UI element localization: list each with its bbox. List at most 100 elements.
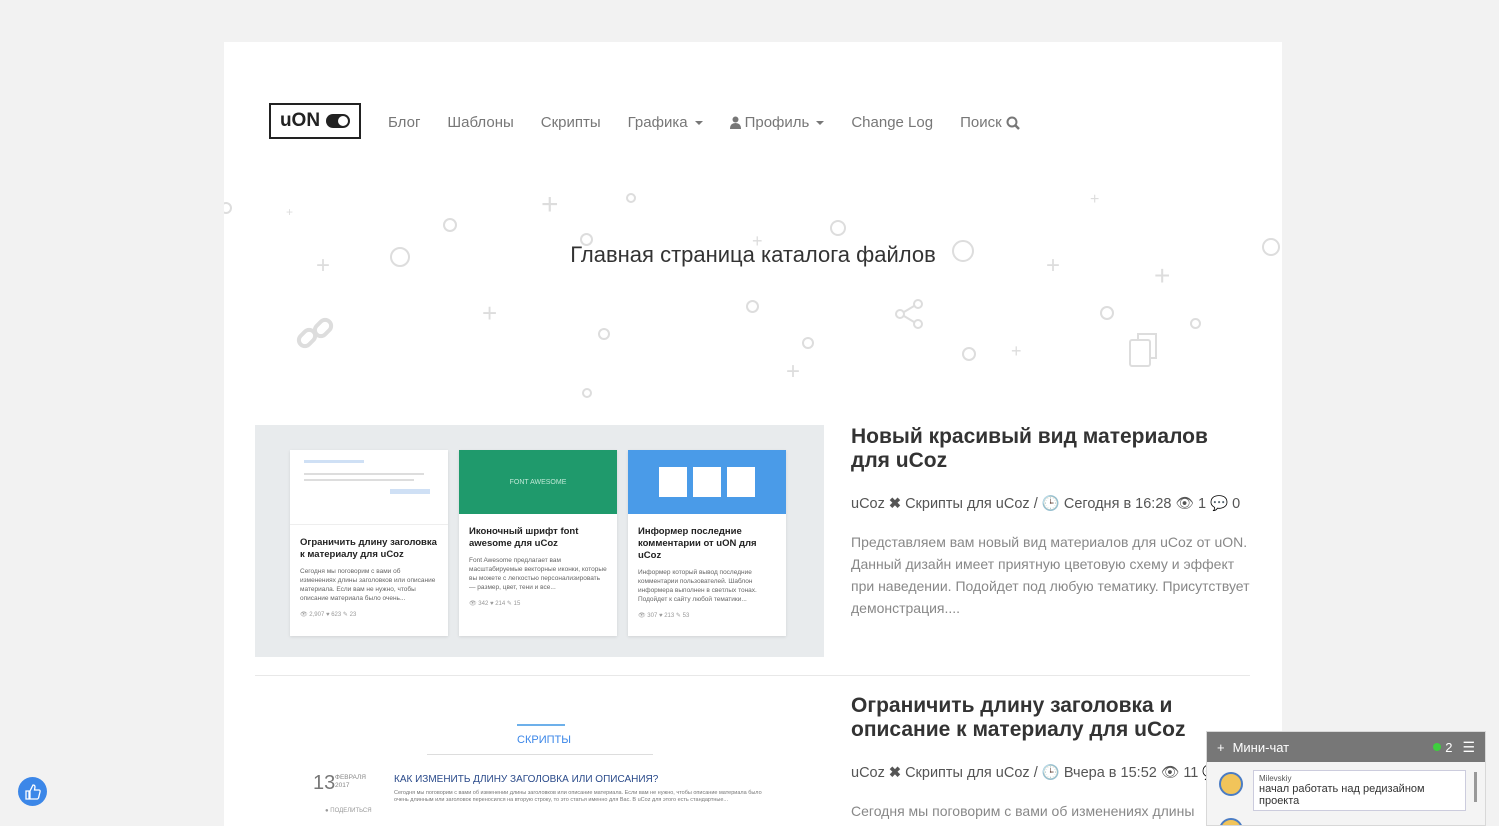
like-button[interactable] <box>18 777 47 806</box>
chat-user[interactable]: Milevskiy <box>1259 774 1460 783</box>
plus-icon: + <box>1217 739 1225 755</box>
eye-icon: 👁 <box>1175 496 1194 512</box>
plus-decoration: + <box>1011 341 1022 361</box>
avatar <box>1219 818 1243 825</box>
mini-chat-header[interactable]: + Мини-чат 2 ☰ <box>1207 732 1485 762</box>
avatar <box>1219 772 1243 796</box>
article-date: Сегодня в 16:28 <box>1063 496 1172 512</box>
preview-card: FONT AWESOME Иконочный шрифт font awesom… <box>459 450 617 636</box>
preview-day: 13 <box>313 772 336 794</box>
category-link[interactable]: Скрипты для uCoz <box>905 496 1030 512</box>
meta-separator: / <box>1033 765 1038 781</box>
nav-item-graphics[interactable]: Графика <box>628 114 703 131</box>
nav-label: Блог <box>388 114 421 131</box>
article-item: СКРИПТЫ 13 ФЕВРАЛЯ 2017 КАК ИЗМЕНИТЬ ДЛИН… <box>255 694 1250 826</box>
preview-tag: СКРИПТЫ <box>517 724 571 746</box>
nav-item-scripts[interactable]: Скрипты <box>541 114 601 131</box>
clock-icon: 🕒 <box>1041 765 1060 781</box>
category-link[interactable]: Скрипты для uCoz <box>905 765 1030 781</box>
mini-chat-title: Мини-чат <box>1232 739 1290 755</box>
clock-icon: 🕒 <box>1041 496 1060 512</box>
views-count: 1 <box>1197 496 1207 512</box>
user-icon <box>729 116 741 129</box>
preview-card-text: Информер который вывод последние коммент… <box>638 569 757 603</box>
toggle-icon <box>326 114 351 128</box>
caret-down-icon <box>694 120 703 125</box>
online-dot-icon <box>1433 743 1442 751</box>
copy-icon <box>1129 333 1157 367</box>
thumbs-up-icon <box>24 783 41 800</box>
circle-decoration <box>830 220 846 236</box>
preview-month: ФЕВРАЛЯ 2017 <box>335 774 366 789</box>
share-icon <box>895 299 923 329</box>
plus-decoration: + <box>482 298 498 328</box>
preview-banner-text: FONT AWESOME <box>509 478 567 486</box>
nav-label: Поиск <box>960 114 1002 131</box>
article-thumbnail[interactable]: СКРИПТЫ 13 ФЕВРАЛЯ 2017 КАК ИЗМЕНИТЬ ДЛИН… <box>255 694 824 814</box>
chat-message: Milevskiy начал работать над редизайном … <box>1253 770 1466 811</box>
logo-text: uON <box>279 110 321 131</box>
preview-body: Сегодня мы поговорим с вами об изменении… <box>394 790 762 803</box>
scrollbar[interactable] <box>1474 772 1477 802</box>
plus-decoration: + <box>786 358 801 385</box>
link-icon <box>296 317 334 349</box>
circle-decoration <box>598 328 610 340</box>
plus-decoration: + <box>541 188 559 221</box>
circle-decoration <box>1100 306 1114 320</box>
nav-item-blog[interactable]: Блог <box>388 114 420 131</box>
article-date: Вчера в 15:52 <box>1063 765 1157 781</box>
nav-item-profile[interactable]: Профиль <box>729 114 825 131</box>
author-link[interactable]: uCoz <box>851 496 885 512</box>
eye-icon: 👁 <box>1160 765 1180 781</box>
circle-decoration <box>746 300 759 313</box>
menu-icon[interactable]: ☰ <box>1462 739 1475 756</box>
preview-share: ● ПОДЕЛИТЬСЯ <box>325 808 372 814</box>
nav-label: Шаблоны <box>447 114 514 131</box>
article-item: Ограничить длину заголовка к материалу д… <box>255 425 1250 657</box>
main-nav: Блог Шаблоны Скрипты Графика Профиль Cha… <box>388 114 1020 131</box>
plus-decoration: + <box>286 205 294 219</box>
preview-card-text: Сегодня мы поговорим с вами об изменения… <box>300 568 436 602</box>
article-title[interactable]: Новый красивый вид материалов для uCoz <box>851 425 1251 473</box>
preview-card-image: FONT AWESOME <box>459 450 617 514</box>
article-thumbnail[interactable]: Ограничить длину заголовка к материалу д… <box>255 425 824 657</box>
circle-decoration <box>626 193 636 203</box>
circle-decoration <box>443 218 457 232</box>
preview-card-title: Иконочный шрифт font awesome для uCoz <box>469 526 579 549</box>
nav-label: Профиль <box>744 114 810 131</box>
author-link[interactable]: uCoz <box>851 765 885 781</box>
article-excerpt: Сегодня мы поговорим с вами об изменения… <box>851 803 1195 819</box>
page-title: Главная страница каталога файлов <box>570 242 936 267</box>
preview-card-image <box>628 450 786 514</box>
close-icon: ✖ <box>888 496 902 512</box>
plus-decoration: + <box>1090 191 1100 208</box>
preview-card: Ограничить длину заголовка к материалу д… <box>290 450 448 636</box>
nav-item-templates[interactable]: Шаблоны <box>447 114 513 131</box>
preview-card-stats: 👁 2,907 ♥ 623 ✎ 23 <box>300 612 357 618</box>
circle-decoration <box>582 388 592 398</box>
article-title[interactable]: Ограничить длину заголовка и описание к … <box>851 694 1251 742</box>
page-container: uON Блог Шаблоны Скрипты Графика Профиль… <box>224 42 1282 826</box>
close-icon: ✖ <box>888 765 902 781</box>
nav-label: Графика <box>627 114 688 131</box>
mini-chat: + Мини-чат 2 ☰ Milevskiy начал работать … <box>1206 731 1486 826</box>
meta-separator: / <box>1033 496 1038 512</box>
nav-item-changelog[interactable]: Change Log <box>851 114 933 131</box>
site-logo[interactable]: uON <box>269 103 361 139</box>
hero-banner: + + + + + + + + + + Главная страница кат… <box>224 182 1282 398</box>
comments-icon: 💬 <box>1210 496 1229 512</box>
circle-decoration <box>802 337 814 349</box>
article-excerpt: Представляем вам новый вид материалов дл… <box>851 534 1250 616</box>
nav-label: Change Log <box>851 114 934 131</box>
circle-decoration <box>224 202 232 214</box>
circle-decoration <box>962 347 976 361</box>
caret-down-icon <box>816 120 825 125</box>
divider <box>255 675 1250 676</box>
nav-item-search[interactable]: Поиск <box>960 114 1020 131</box>
preview-card-title: Ограничить длину заголовка к материалу д… <box>300 537 437 560</box>
article-meta: uCoz ✖ Скрипты для uCoz / 🕒 Вчера в 15:5… <box>851 764 1233 781</box>
preview-card-image <box>290 460 448 525</box>
preview-card-text: Font Awesome предлагает вам масштабируем… <box>469 557 607 591</box>
article-meta: uCoz ✖ Скрипты для uCoz / 🕒 Сегодня в 16… <box>851 495 1240 512</box>
preview-card-title: Информер последние комментарии от uON дл… <box>638 526 757 561</box>
